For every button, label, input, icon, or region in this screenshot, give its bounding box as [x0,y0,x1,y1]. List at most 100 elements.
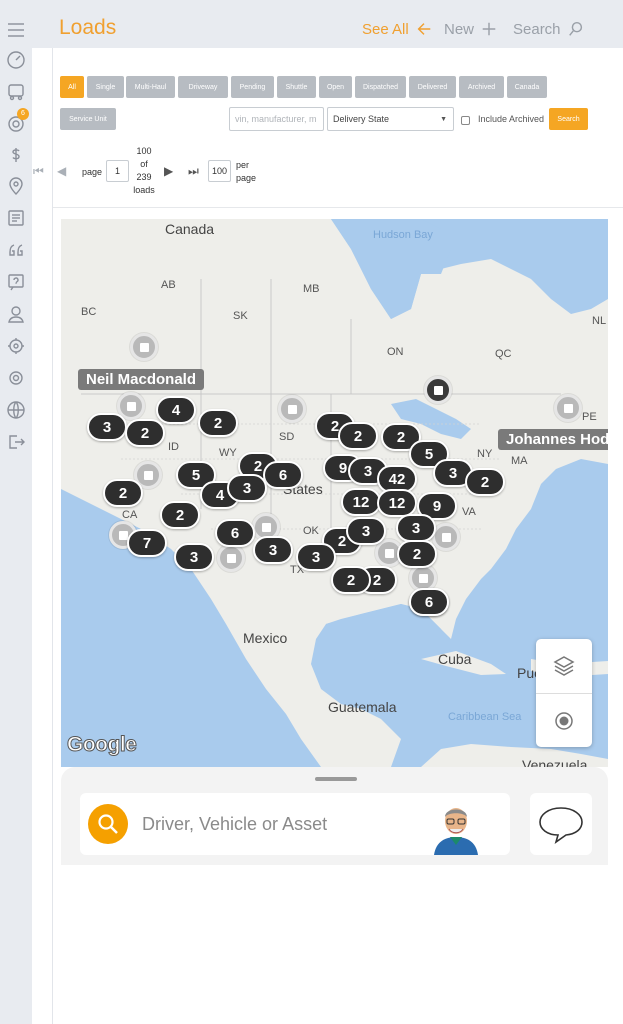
label-cuba: Cuba [438,651,472,667]
tab-all[interactable]: All [60,76,84,98]
label-ok: OK [303,525,319,537]
settings-icon[interactable] [4,366,28,390]
menu-icon[interactable] [4,18,28,42]
per-page-line: page [236,173,257,183]
label-qc: QC [495,348,512,360]
prev-page-icon[interactable]: ◀ [57,164,66,178]
load-cluster[interactable]: 12 [377,489,417,517]
tab-archived[interactable]: Archived [459,76,504,98]
location-pin-icon[interactable] [4,174,28,198]
label-guatemala: Guatemala [328,699,397,715]
load-cluster[interactable]: 3 [227,474,267,502]
truck-icon[interactable] [4,80,28,104]
driver-name-tag[interactable]: Johannes Hod [498,429,608,450]
locate-button[interactable] [536,694,592,748]
tab-single[interactable]: Single [87,76,124,98]
vin-search-input[interactable]: vin, manufacturer, m [229,107,324,131]
layers-button[interactable] [536,639,592,693]
tab-driveway[interactable]: Driveway [178,76,228,98]
page-input[interactable]: 1 [106,160,129,182]
speedometer-icon[interactable] [4,48,28,72]
label-va: VA [462,506,476,518]
label-caribbean-sea: Caribbean Sea [448,711,522,723]
load-cluster[interactable]: 2 [465,468,505,496]
tab-dispatched[interactable]: Dispatched [355,76,406,98]
load-cluster[interactable]: 2 [397,540,437,568]
search-button[interactable]: Search [549,108,588,130]
load-cluster[interactable]: 2 [160,501,200,529]
per-page-line: per [236,160,250,170]
load-cluster[interactable]: 2 [103,479,143,507]
delivery-state-select[interactable]: Delivery State ▼ [327,107,454,131]
load-cluster[interactable]: 6 [215,519,255,547]
load-cluster[interactable]: 2 [331,566,371,594]
plus-icon [482,22,496,36]
load-cluster[interactable]: 6 [263,461,303,489]
load-cluster[interactable]: 3 [346,517,386,545]
driver-search-bar[interactable]: Driver, Vehicle or Asset [80,793,510,855]
label-venezuela: Venezuela [522,757,588,767]
per-page-input[interactable]: 100 [208,160,231,182]
driver-name-tag[interactable]: Neil Macdonald [78,369,205,390]
tab-multi-haul[interactable]: Multi-Haul [126,76,175,98]
per-page-label: per page [236,159,256,185]
arrow-left-icon [417,23,431,35]
load-cluster[interactable]: 6 [409,588,449,616]
load-count: 100 of 239 loads [130,145,158,197]
assistant-avatar[interactable] [428,799,484,855]
sidebar: 6 [0,0,32,1024]
include-archived-checkbox[interactable] [461,116,470,125]
load-cluster[interactable]: 3 [253,536,293,564]
dollar-icon[interactable] [4,143,28,167]
new-link[interactable]: New [444,20,498,38]
page-title: Loads [59,16,117,39]
first-page-icon[interactable]: ⏮ [33,164,44,179]
tab-shuttle[interactable]: Shuttle [277,76,316,98]
label-ma: MA [511,455,528,467]
tab-service-unit[interactable]: Service Unit [60,108,116,130]
globe-icon[interactable] [4,398,28,422]
truck-pin[interactable] [424,376,452,404]
newspaper-icon[interactable] [4,206,28,230]
tab-canada[interactable]: Canada [507,76,547,98]
load-cluster[interactable]: 12 [341,488,381,516]
drag-handle[interactable] [315,777,357,781]
label-mb: MB [303,283,320,295]
search-icon[interactable] [88,804,128,844]
truck-pin[interactable] [278,395,306,423]
chat-bubble-icon [539,807,583,844]
last-page-icon[interactable]: ⏭ [188,164,199,179]
truck-pin[interactable] [130,333,158,361]
label-nl: NL [592,315,607,327]
map[interactable]: Canada Hudson Bay AB MB BC SK ON QC NL P… [61,219,608,767]
tab-open[interactable]: Open [319,76,352,98]
user-icon[interactable] [4,302,28,326]
load-cluster[interactable]: 3 [396,514,436,542]
label-on: ON [387,346,404,358]
truck-pin[interactable] [217,544,245,572]
tab-pending[interactable]: Pending [231,76,274,98]
cog-people-icon[interactable] [4,334,28,358]
divider [53,207,623,208]
load-cluster[interactable]: 3 [296,543,336,571]
next-page-icon[interactable]: ▶ [164,164,173,178]
label-id: ID [168,441,179,453]
chat-button[interactable] [530,793,592,855]
content-border [52,48,53,1024]
truck-pin[interactable] [432,523,460,551]
load-cluster[interactable]: 2 [125,419,165,447]
count-line: 100 [136,146,152,156]
load-cluster[interactable]: 3 [174,543,214,571]
help-icon[interactable] [4,270,28,294]
tab-delivered[interactable]: Delivered [409,76,456,98]
see-all-link[interactable]: See All [362,20,433,38]
load-cluster[interactable]: 3 [87,413,127,441]
logout-icon[interactable] [4,430,28,454]
load-cluster[interactable]: 2 [338,422,378,450]
truck-pin[interactable] [554,394,582,422]
load-cluster[interactable]: 4 [156,396,196,424]
load-cluster[interactable]: 7 [127,529,167,557]
load-cluster[interactable]: 2 [198,409,238,437]
quote-icon[interactable] [4,238,28,262]
search-link[interactable]: Search [513,20,585,38]
